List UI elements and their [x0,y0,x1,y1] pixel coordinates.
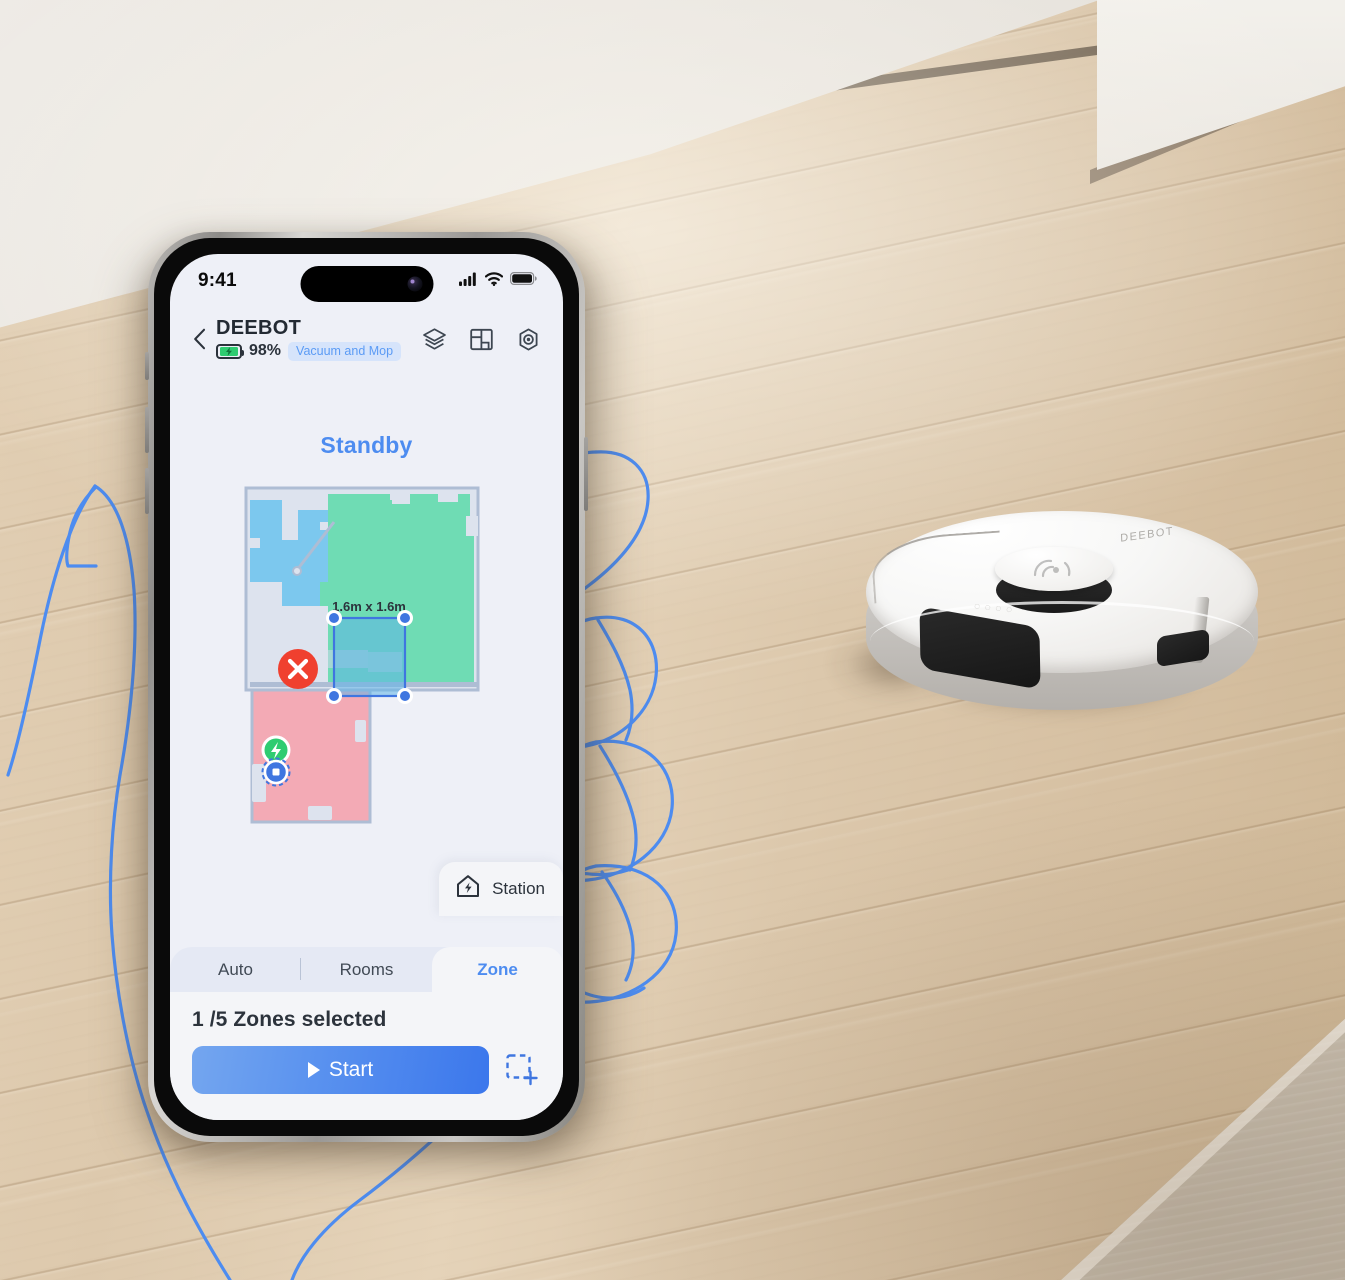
map-gap-4 [249,538,260,548]
tab-auto[interactable]: Auto [170,947,301,992]
robot-rim-highlight [870,601,1254,681]
zones-selected-label: 1 /5 Zones selected [192,1008,387,1031]
zone-handle-bl [328,691,339,701]
device-titles: DEEBOT 98% Vacuum and Mop [216,316,422,361]
start-button-label: Start [328,1058,374,1081]
map-gap-5 [303,506,328,510]
settings-gear-icon[interactable] [516,327,541,352]
map-obstacle-6 [354,720,366,742]
tab-auto-label: Auto [218,959,253,979]
status-badge: Vacuum and Mop [288,341,402,361]
start-button[interactable]: Start [192,1046,489,1094]
robot-position-icon [261,757,290,787]
bottom-control-panel: Auto Rooms Zone 1 /5 Zones selected Star… [170,947,563,1120]
zone-handle-br [399,691,410,701]
dynamic-island [300,266,433,302]
phone-bezel: 9:41 DEEBOT 98% Vacuum and Mop Standby 1… [154,238,579,1136]
map-obstacle-8 [307,806,332,820]
battery-full-icon [510,272,537,290]
play-icon [307,1062,320,1078]
delete-zone-close-icon [277,649,318,689]
zone-dimension-label: 1.6m x 1.6m [332,599,406,614]
tab-rooms[interactable]: Rooms [301,947,432,992]
tab-rooms-label: Rooms [339,959,394,979]
phone-frame: 9:41 DEEBOT 98% Vacuum and Mop Standby 1… [145,232,588,1142]
mode-tabs: Auto Rooms Zone [170,947,563,992]
device-battery-fill [219,346,238,356]
phone-screen: 9:41 DEEBOT 98% Vacuum and Mop Standby 1… [170,254,563,1120]
zone-handle-tr [399,613,410,623]
add-zone-dashed-icon[interactable] [503,1051,541,1089]
status-bar-clock: 9:41 [198,270,237,291]
station-button[interactable]: Station [439,862,563,916]
header-action-icons [422,327,541,352]
back-chevron-icon[interactable] [184,324,214,354]
robot-vacuum: DEEBOT ◌ ◌ ◌ ◌ [830,505,1262,730]
action-row: Start [170,1032,563,1120]
selected-zone-rect [332,616,406,698]
map-obstacle-2 [437,494,458,502]
device-battery-icon [216,343,244,359]
tab-zone[interactable]: Zone [432,947,563,992]
station-button-label: Station [492,878,545,898]
map-obstacle-3 [465,516,478,536]
robot-status-title: Standby [320,432,413,458]
volume-down-button[interactable] [145,468,149,514]
front-camera-icon [407,276,422,292]
map-gap-3 [249,582,282,606]
status-bar-indicators [459,271,537,291]
wifi-icon [484,271,504,291]
map-obstacle-7 [251,764,266,802]
robot-bumper-seam [869,530,1005,604]
map-grid-icon[interactable] [469,327,494,352]
volume-up-button[interactable] [145,407,149,453]
page-title: DEEBOT [216,316,302,339]
map-door-node [291,566,302,576]
zone-handle-tl [328,613,339,623]
tab-zone-label: Zone [477,959,518,979]
phone-device: 9:41 DEEBOT 98% Vacuum and Mop Standby 1… [136,232,606,1161]
signal-bars-icon [459,272,478,291]
station-house-icon [455,873,481,904]
app-header: DEEBOT 98% Vacuum and Mop [170,308,563,370]
map-obstacle-1 [391,494,410,504]
floor-map-svg[interactable]: 1.6m x 1.6m [242,486,492,846]
layers-icon[interactable] [422,327,447,352]
map-gap-1 [281,500,298,540]
power-button[interactable] [584,437,588,511]
battery-percent-label: 98% [249,342,282,359]
silent-switch[interactable] [145,352,149,380]
floor-map[interactable]: 1.6m x 1.6m [170,486,563,906]
device-status-row: 98% Vacuum and Mop [216,341,422,361]
robot-lidar-glyph [1025,557,1085,581]
